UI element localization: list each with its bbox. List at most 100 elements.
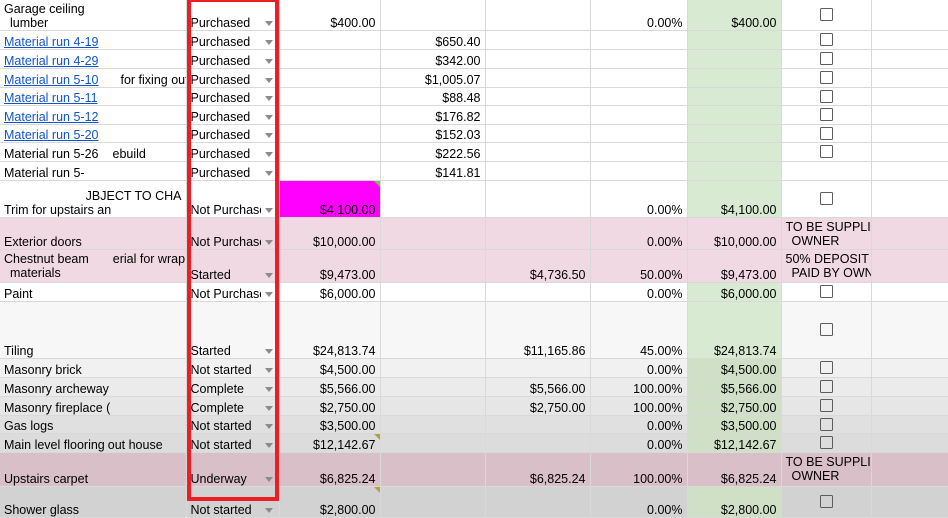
cell-paid[interactable] xyxy=(485,49,590,68)
cell-amount[interactable] xyxy=(279,161,380,180)
cell-column4[interactable]: $222.56 xyxy=(380,142,485,161)
cell-column4[interactable] xyxy=(380,396,485,415)
chevron-down-icon[interactable] xyxy=(265,273,273,278)
table-row[interactable]: Paint Not Purchase $6,000.00 0.00% $6,00… xyxy=(0,282,948,301)
cell-description[interactable]: Tiling xyxy=(0,301,186,358)
checkbox-unchecked[interactable] xyxy=(820,361,833,374)
cell-amount[interactable]: $2,800.00 xyxy=(279,486,380,517)
cell-column4[interactable]: $176.82 xyxy=(380,105,485,124)
cell-total[interactable]: $2,800.00 xyxy=(687,486,781,517)
cell-amount-highlighted[interactable]: $4,100.00 xyxy=(279,180,380,217)
cell-checkbox[interactable] xyxy=(781,68,871,87)
cell-checkbox[interactable] xyxy=(781,49,871,68)
cell-status[interactable]: Not started xyxy=(186,433,279,452)
cell-note[interactable] xyxy=(871,161,948,180)
cell-paid[interactable] xyxy=(485,87,590,105)
cell-amount[interactable]: $400.00 xyxy=(279,0,380,30)
cell-amount[interactable] xyxy=(279,142,380,161)
cell-status[interactable]: Purchased xyxy=(186,87,279,105)
cell-checkbox[interactable] xyxy=(781,301,871,358)
cell-total[interactable]: $9,473.00 xyxy=(687,249,781,282)
cell-percent[interactable]: 50.00% xyxy=(590,249,687,282)
cell-status[interactable]: Not Purchase xyxy=(186,180,279,217)
cell-checkbox[interactable] xyxy=(781,87,871,105)
chevron-down-icon[interactable] xyxy=(265,368,273,373)
chevron-down-icon[interactable] xyxy=(265,406,273,411)
cell-amount[interactable]: $3,500.00 xyxy=(279,415,380,433)
cell-percent[interactable]: 0.00% xyxy=(590,415,687,433)
cell-amount[interactable] xyxy=(279,68,380,87)
cell-percent[interactable]: 100.00% xyxy=(590,377,687,396)
cell-note-overflow[interactable] xyxy=(871,452,948,486)
cell-amount[interactable]: $9,473.00 xyxy=(279,249,380,282)
chevron-down-icon[interactable] xyxy=(265,424,273,429)
table-row[interactable]: Material run 5- Purchased $141.81 xyxy=(0,161,948,180)
cell-column4[interactable] xyxy=(380,217,485,249)
cell-percent[interactable] xyxy=(590,161,687,180)
table-row[interactable]: Masonry brick Not started $4,500.00 0.00… xyxy=(0,358,948,377)
cell-description[interactable]: Gas logs xyxy=(0,415,186,433)
cell-description[interactable]: Upstairs carpet xyxy=(0,452,186,486)
table-row[interactable]: Garage ceiling lumber Purchased $400.00 … xyxy=(0,0,948,30)
cell-note[interactable] xyxy=(871,396,948,415)
cell-description[interactable]: Material run 5-12 xyxy=(0,105,186,124)
table-row[interactable]: Masonry archeway Complete $5,566.00 $5,5… xyxy=(0,377,948,396)
table-row[interactable]: Gas logs Not started $3,500.00 0.00% $3,… xyxy=(0,415,948,433)
cell-note[interactable] xyxy=(871,377,948,396)
cell-note[interactable] xyxy=(871,282,948,301)
table-row[interactable]: Shower glass Not started $2,800.00 0.00%… xyxy=(0,486,948,517)
cell-checkbox[interactable] xyxy=(781,180,871,217)
cell-status[interactable]: Started xyxy=(186,249,279,282)
cell-paid[interactable] xyxy=(485,30,590,49)
checkbox-unchecked[interactable] xyxy=(820,71,833,84)
cell-paid[interactable] xyxy=(485,142,590,161)
cell-status[interactable]: Not started xyxy=(186,415,279,433)
cell-note[interactable] xyxy=(871,87,948,105)
cell-paid[interactable] xyxy=(485,180,590,217)
cell-checkbox[interactable] xyxy=(781,105,871,124)
cell-description[interactable]: Masonry fireplace ( xyxy=(0,396,186,415)
chevron-down-icon[interactable] xyxy=(265,387,273,392)
cell-status[interactable]: Purchased xyxy=(186,142,279,161)
material-run-link[interactable]: Material run 4-19 xyxy=(4,35,99,49)
chevron-down-icon[interactable] xyxy=(265,349,273,354)
cell-status[interactable]: Started xyxy=(186,301,279,358)
cell-percent[interactable]: 0.00% xyxy=(590,180,687,217)
checkbox-unchecked[interactable] xyxy=(820,436,833,449)
table-row[interactable]: Material run 5-26ebuild Purchased $222.5… xyxy=(0,142,948,161)
cell-column4[interactable] xyxy=(380,249,485,282)
cell-percent[interactable] xyxy=(590,30,687,49)
cell-description[interactable]: Material run 5-20 xyxy=(0,124,186,142)
cell-status[interactable]: Purchased xyxy=(186,68,279,87)
cell-paid[interactable]: $11,165.86 xyxy=(485,301,590,358)
chevron-down-icon[interactable] xyxy=(265,443,273,448)
cell-status[interactable]: Not Purchase xyxy=(186,217,279,249)
checkbox-unchecked[interactable] xyxy=(820,127,833,140)
cell-description[interactable]: Exterior doors xyxy=(0,217,186,249)
table-row[interactable]: Upstairs carpet Underway $6,825.24 $6,82… xyxy=(0,452,948,486)
cell-note-overflow[interactable] xyxy=(871,249,948,282)
cell-note[interactable] xyxy=(871,433,948,452)
cell-amount[interactable] xyxy=(279,87,380,105)
cell-total[interactable]: $12,142.67 xyxy=(687,433,781,452)
cell-total[interactable]: $5,566.00 xyxy=(687,377,781,396)
cell-paid[interactable] xyxy=(485,161,590,180)
cell-column4[interactable] xyxy=(380,452,485,486)
checkbox-unchecked[interactable] xyxy=(820,323,833,336)
cell-amount[interactable]: $5,566.00 xyxy=(279,377,380,396)
cell-paid[interactable] xyxy=(485,415,590,433)
cell-note-overflow[interactable] xyxy=(871,217,948,249)
cell-column4[interactable] xyxy=(380,301,485,358)
checkbox-unchecked[interactable] xyxy=(820,33,833,46)
cell-paid[interactable] xyxy=(485,124,590,142)
cell-note[interactable]: 50% DEPOSIT PAID BY OWNER xyxy=(781,249,871,282)
cell-percent[interactable]: 0.00% xyxy=(590,0,687,30)
cell-note[interactable] xyxy=(871,49,948,68)
cell-percent[interactable] xyxy=(590,142,687,161)
cell-total[interactable]: $24,813.74 xyxy=(687,301,781,358)
material-run-link[interactable]: Material run 5-12 xyxy=(4,110,99,124)
cell-description[interactable]: Masonry archeway xyxy=(0,377,186,396)
chevron-down-icon[interactable] xyxy=(265,115,273,120)
cell-paid[interactable] xyxy=(485,282,590,301)
cell-paid[interactable]: $6,825.24 xyxy=(485,452,590,486)
